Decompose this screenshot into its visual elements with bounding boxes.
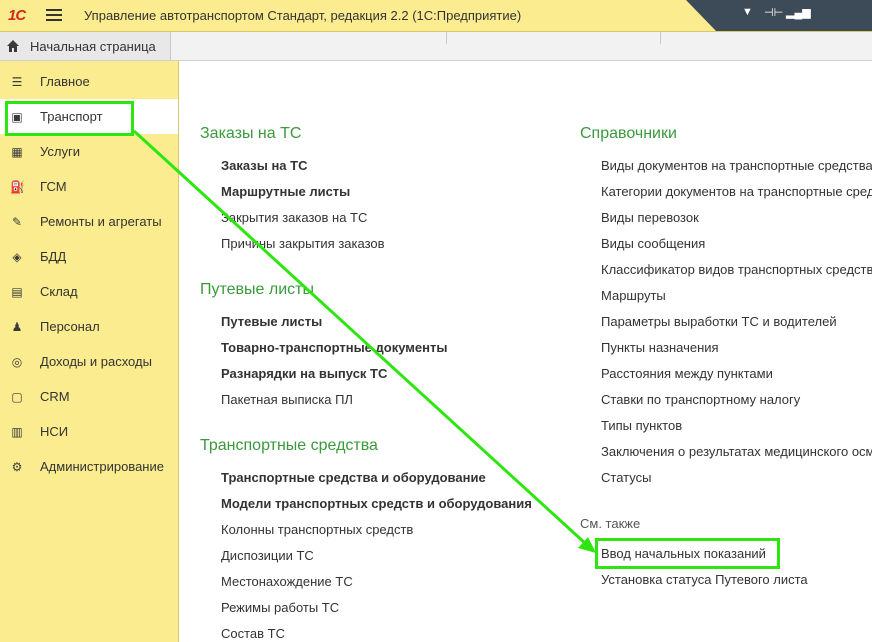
- sidebar-item-nsi[interactable]: ▥ НСИ: [0, 414, 178, 449]
- sidebar-item-services[interactable]: ▦ Услуги: [0, 134, 178, 169]
- menu-lines-icon: ☰: [11, 75, 23, 89]
- link-ref-tax-rates[interactable]: Ставки по транспортному налогу: [601, 392, 800, 407]
- sidebar-item-label: Персонал: [40, 319, 100, 334]
- calculator-icon: ▦: [11, 145, 23, 159]
- app-logo: 1С: [8, 7, 26, 24]
- sidebar-item-label: Доходы и расходы: [40, 354, 152, 369]
- link-ref-output-params[interactable]: Параметры выработки ТС и водителей: [601, 314, 837, 329]
- tab-home[interactable]: Начальная страница: [0, 32, 171, 60]
- gear-icon: ⚙: [11, 460, 23, 474]
- sidebar-item-label: Ремонты и агрегаты: [40, 214, 162, 229]
- link-set-waybill-status[interactable]: Установка статуса Путевого листа: [601, 572, 808, 587]
- sidebar-item-admin[interactable]: ⚙ Администрирование: [0, 449, 178, 484]
- link-ref-routes[interactable]: Маршруты: [601, 288, 666, 303]
- sidebar-item-bdd[interactable]: ◈ БДД: [0, 239, 178, 274]
- boxes-icon: ▤: [11, 285, 23, 299]
- link-ref-distances[interactable]: Расстояния между пунктами: [601, 366, 773, 381]
- link-dispositions[interactable]: Диспозиции ТС: [221, 548, 314, 563]
- sidebar-item-label: Главное: [40, 74, 90, 89]
- link-work-modes[interactable]: Режимы работы ТС: [221, 600, 339, 615]
- tab-divider: [660, 32, 661, 44]
- link-vehicle-models[interactable]: Модели транспортных средств и оборудован…: [221, 496, 532, 511]
- tab-divider: [446, 32, 447, 44]
- sidebar-item-label: Услуги: [40, 144, 80, 159]
- link-vehicles-equipment[interactable]: Транспортные средства и оборудование: [221, 470, 486, 485]
- link-ref-medical-results[interactable]: Заключения о результатах медицинского ос…: [601, 444, 872, 459]
- tab-home-label: Начальная страница: [30, 39, 156, 54]
- highlight-box-transport: [5, 101, 134, 136]
- sidebar-item-main[interactable]: ☰ Главное: [0, 64, 178, 99]
- link-ref-vehicle-classifier[interactable]: Классификатор видов транспортных средств: [601, 262, 872, 277]
- sidebar-item-label: CRM: [40, 389, 70, 404]
- sidebar-item-income[interactable]: ◎ Доходы и расходы: [0, 344, 178, 379]
- sidebar: ☰ Главное ▣ Транспорт ▦ Услуги ⛽ ГСМ ✎ Р…: [0, 61, 179, 642]
- app-title: Управление автотранспортом Стандарт, ред…: [84, 8, 522, 23]
- link-waybills[interactable]: Путевые листы: [221, 314, 322, 329]
- section-title-reference: Справочники: [580, 125, 677, 142]
- link-ref-transport-kinds[interactable]: Виды перевозок: [601, 210, 699, 225]
- person-icon: ♟: [11, 320, 23, 334]
- road-sign-icon: ◈: [12, 250, 22, 264]
- sidebar-item-label: ГСМ: [40, 179, 67, 194]
- link-ref-doc-categories[interactable]: Категории документов на транспортные сре…: [601, 184, 872, 199]
- sidebar-item-label: НСИ: [40, 424, 69, 439]
- titlebar-tools: ▼ ⊣⊢ ▂▄▆: [686, 0, 872, 31]
- section-title-see-also: См. также: [580, 516, 641, 531]
- link-icon[interactable]: ⊣⊢: [764, 6, 783, 19]
- coins-icon: ◎: [11, 355, 23, 369]
- sidebar-item-crm[interactable]: ▢ CRM: [0, 379, 178, 414]
- contact-card-icon: ▢: [11, 390, 23, 404]
- link-orders[interactable]: Заказы на ТС: [221, 158, 307, 173]
- link-closure-reasons[interactable]: Причины закрытия заказов: [221, 236, 385, 251]
- link-order-closures[interactable]: Закрытия заказов на ТС: [221, 210, 367, 225]
- link-vehicle-columns[interactable]: Колонны транспортных средств: [221, 522, 413, 537]
- sidebar-item-fuel[interactable]: ⛽ ГСМ: [0, 169, 178, 204]
- sidebar-item-personnel[interactable]: ♟ Персонал: [0, 309, 178, 344]
- link-ttn[interactable]: Товарно-транспортные документы: [221, 340, 447, 355]
- section-title-orders: Заказы на ТС: [200, 125, 302, 142]
- sidebar-item-repairs[interactable]: ✎ Ремонты и агрегаты: [0, 204, 178, 239]
- link-batch-waybills[interactable]: Пакетная выписка ПЛ: [221, 392, 353, 407]
- signal-icon[interactable]: ▂▄▆: [786, 6, 811, 19]
- link-dispatch-orders[interactable]: Разнарядки на выпуск ТС: [221, 366, 387, 381]
- section-title-waybills: Путевые листы: [200, 281, 314, 298]
- sidebar-item-warehouse[interactable]: ▤ Склад: [0, 274, 178, 309]
- title-bar: 1С Управление автотранспортом Стандарт, …: [0, 0, 872, 32]
- link-ref-message-kinds[interactable]: Виды сообщения: [601, 236, 705, 251]
- link-ref-statuses[interactable]: Статусы: [601, 470, 651, 485]
- link-ref-point-types[interactable]: Типы пунктов: [601, 418, 682, 433]
- fuel-icon: ⛽: [10, 180, 25, 194]
- link-route-sheets[interactable]: Маршрутные листы: [221, 184, 350, 199]
- home-icon: [7, 40, 19, 52]
- sidebar-item-label: БДД: [40, 249, 67, 264]
- link-vehicle-composition[interactable]: Состав ТС: [221, 626, 285, 641]
- sidebar-item-label: Администрирование: [40, 459, 164, 474]
- tabs-row: Начальная страница: [0, 32, 872, 61]
- dropdown-icon[interactable]: ▼: [742, 6, 753, 18]
- main-menu-icon[interactable]: [46, 9, 62, 21]
- books-icon: ▥: [11, 425, 23, 439]
- highlight-box-initial-readings: [595, 538, 780, 569]
- link-ref-doc-types[interactable]: Виды документов на транспортные средства: [601, 158, 872, 173]
- link-ref-destinations[interactable]: Пункты назначения: [601, 340, 719, 355]
- link-vehicle-location[interactable]: Местонахождение ТС: [221, 574, 353, 589]
- wrench-icon: ✎: [11, 215, 23, 229]
- sidebar-item-label: Склад: [40, 284, 78, 299]
- section-title-vehicles: Транспортные средства: [200, 437, 378, 454]
